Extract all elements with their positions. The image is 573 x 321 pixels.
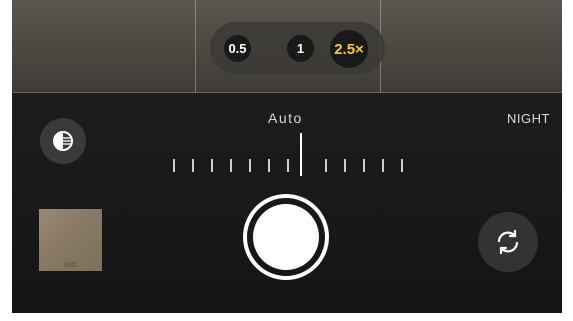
zoom-selector: 0.5 1 2.5× xyxy=(210,22,385,74)
exposure-button[interactable] xyxy=(40,118,86,164)
camera-screen: 0.5 1 2.5× Auto NIGHT BVD xyxy=(12,0,562,313)
zoom-option-0-5[interactable]: 0.5 xyxy=(224,35,251,62)
camera-flip-icon xyxy=(497,229,519,255)
shutter-icon xyxy=(253,204,319,270)
exposure-icon xyxy=(53,131,73,151)
mode-label-auto[interactable]: Auto xyxy=(268,110,303,126)
camera-flip-button[interactable] xyxy=(478,212,538,272)
shutter-button[interactable] xyxy=(243,194,329,280)
mode-label-night[interactable]: NIGHT xyxy=(507,111,550,126)
thumbnail-caption: BVD xyxy=(64,263,77,269)
viewfinder[interactable]: 0.5 1 2.5× xyxy=(12,0,562,93)
grid-line xyxy=(195,0,196,93)
exposure-ruler[interactable] xyxy=(167,133,417,178)
camera-controls: Auto NIGHT BVD xyxy=(12,93,562,313)
last-photo-thumbnail[interactable]: BVD xyxy=(39,209,102,271)
zoom-option-1[interactable]: 1 xyxy=(287,35,314,62)
zoom-option-2-5-selected[interactable]: 2.5× xyxy=(330,30,368,68)
